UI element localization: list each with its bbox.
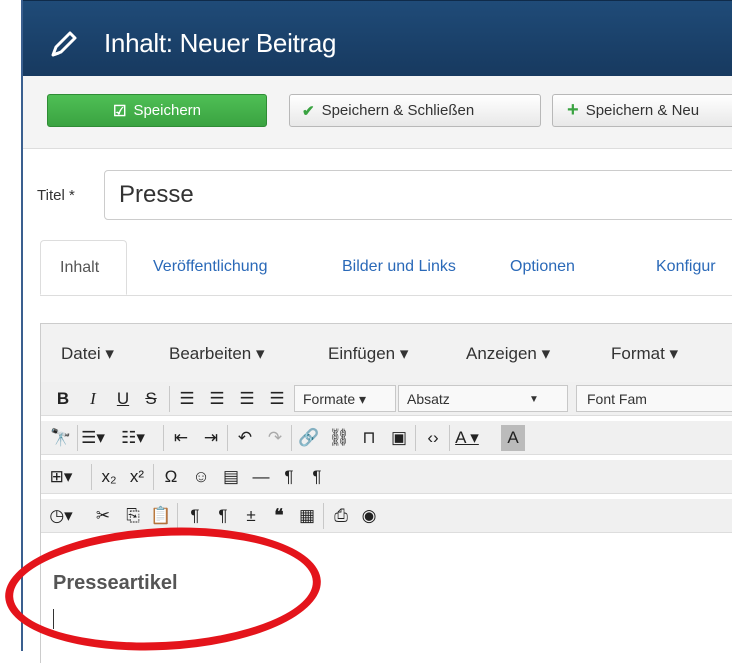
menu-anzeigen[interactable]: Anzeigen ▾	[466, 344, 550, 364]
toolbar-separator	[291, 425, 292, 451]
bookmark-icon[interactable]: ⊓	[357, 425, 381, 451]
emoticon-icon[interactable]: ☺	[189, 464, 213, 490]
menu-datei[interactable]: Datei ▾	[61, 344, 114, 364]
code-icon[interactable]: ‹›	[421, 425, 445, 451]
checkmark-icon: ✔	[302, 102, 315, 120]
toolbar-row-3: ⊞▾ x₂ x² Ω ☺ ▤ — ¶ ¶	[41, 460, 732, 494]
align-right-icon[interactable]: ☰	[235, 386, 259, 412]
align-justify-icon[interactable]: ☰	[265, 386, 289, 412]
bullet-list-icon[interactable]: ☰▾	[81, 425, 105, 451]
toolbar-row-2: 🔭 ☰▾ ☷▾ ⇤ ⇥ ↶ ↷ 🔗 ⛓ ⊓ ▣ ‹› A ▾ A	[41, 421, 732, 455]
menu-bearbeiten[interactable]: Bearbeiten ▾	[169, 344, 264, 364]
formats-dropdown[interactable]: Formate ▾	[294, 385, 396, 412]
toolbar-separator	[169, 386, 170, 412]
save-close-label: Speichern & Schließen	[321, 102, 475, 119]
copy-icon[interactable]: ⎘	[121, 503, 145, 529]
link-icon[interactable]: 🔗	[297, 425, 321, 451]
pencil-icon	[51, 31, 77, 57]
dropdown-caret-icon: ▼	[529, 394, 539, 405]
save-new-button[interactable]: + Speichern & Neu	[552, 94, 732, 127]
action-toolbar: ☑ Speichern ✔ Speichern & Schließen + Sp…	[23, 76, 732, 149]
toolbar-row-4: ◷▾ ✂ ⎘ 📋 ¶ ¶ ± ❝ ▦ ⎙ ◉	[41, 499, 732, 533]
paste-icon[interactable]: 📋	[149, 503, 173, 529]
ltr-icon[interactable]: ¶	[277, 464, 301, 490]
block-format-value: Absatz	[407, 391, 450, 407]
unlink-icon[interactable]: ⛓	[327, 425, 351, 451]
toolbar-row-1: B I U S ☰ ☰ ☰ ☰ Formate ▾ Absatz ▼ Font …	[41, 382, 732, 416]
numbered-list-icon[interactable]: ☷▾	[121, 425, 145, 451]
strikethrough-icon[interactable]: S	[139, 386, 163, 412]
background-color-icon[interactable]: A	[501, 425, 525, 451]
page-title: Inhalt: Neuer Beitrag	[104, 28, 337, 58]
clock-icon[interactable]: ◷▾	[49, 503, 73, 529]
outdent-icon[interactable]: ⇤	[169, 425, 193, 451]
save-close-button[interactable]: ✔ Speichern & Schließen	[289, 94, 541, 127]
save-button[interactable]: ☑ Speichern	[47, 94, 267, 127]
indent-icon[interactable]: ⇥	[199, 425, 223, 451]
special-char-icon[interactable]: Ω	[159, 464, 183, 490]
toolbar-separator	[153, 464, 154, 490]
tab-bar: Inhalt Veröffentlichung Bilder und Links…	[40, 240, 732, 296]
tab-optionen[interactable]: Optionen	[510, 258, 575, 276]
plus-icon: +	[567, 99, 579, 121]
pilcrow-icon[interactable]: ¶	[211, 503, 235, 529]
save-new-label: Speichern & Neu	[585, 102, 700, 119]
underline-icon[interactable]: U	[111, 386, 135, 412]
title-input[interactable]	[104, 170, 732, 220]
blockquote-icon[interactable]: ❝	[267, 503, 291, 529]
insert-icon[interactable]: ±	[239, 503, 263, 529]
toolbar-separator	[415, 425, 416, 451]
media-icon[interactable]: ▤	[219, 464, 243, 490]
print-icon[interactable]: ⎙	[329, 503, 353, 529]
toolbar-separator	[227, 425, 228, 451]
block-format-dropdown[interactable]: Absatz ▼	[398, 385, 568, 412]
subscript-icon[interactable]: x₂	[97, 464, 121, 490]
paragraph-icon[interactable]: ¶	[183, 503, 207, 529]
cut-icon[interactable]: ✂	[91, 503, 115, 529]
redo-icon[interactable]: ↷	[263, 425, 287, 451]
table-icon[interactable]: ⊞▾	[49, 464, 73, 490]
toolbar-separator	[449, 425, 450, 451]
italic-icon[interactable]: I	[81, 386, 105, 412]
tab-bilder-links[interactable]: Bilder und Links	[342, 258, 456, 276]
tab-konfiguration[interactable]: Konfigur	[656, 258, 716, 276]
image-icon[interactable]: ▣	[387, 425, 411, 451]
edit-icon: ☑	[113, 102, 127, 120]
text-color-icon[interactable]: A ▾	[455, 425, 479, 451]
font-family-dropdown[interactable]: Font Fam	[576, 385, 732, 412]
align-left-icon[interactable]: ☰	[175, 386, 199, 412]
title-label: Titel *	[37, 187, 75, 204]
toolbar-separator	[91, 464, 92, 490]
tab-veroeffentlichung[interactable]: Veröffentlichung	[153, 258, 267, 276]
save-label: Speichern	[133, 102, 201, 119]
horizontal-rule-icon[interactable]: —	[249, 464, 273, 490]
preview-icon[interactable]: ◉	[357, 503, 381, 529]
tab-inhalt[interactable]: Inhalt	[40, 240, 127, 295]
undo-icon[interactable]: ↶	[233, 425, 257, 451]
bold-icon[interactable]: B	[51, 386, 75, 412]
toolbar-separator	[323, 503, 324, 529]
toolbar-separator	[77, 425, 78, 451]
toolbar-separator	[177, 503, 178, 529]
superscript-icon[interactable]: x²	[125, 464, 149, 490]
toolbar-separator	[163, 425, 164, 451]
menu-format[interactable]: Format ▾	[611, 344, 678, 364]
editor-menubar: Datei ▾ Bearbeiten ▾ Einfügen ▾ Anzeigen…	[41, 324, 732, 383]
menu-einfuegen[interactable]: Einfügen ▾	[328, 344, 408, 364]
page-header: Inhalt: Neuer Beitrag	[23, 0, 732, 77]
align-center-icon[interactable]: ☰	[205, 386, 229, 412]
rtl-icon[interactable]: ¶	[305, 464, 329, 490]
find-replace-icon[interactable]: 🔭	[49, 425, 73, 451]
template-icon[interactable]: ▦	[295, 503, 319, 529]
